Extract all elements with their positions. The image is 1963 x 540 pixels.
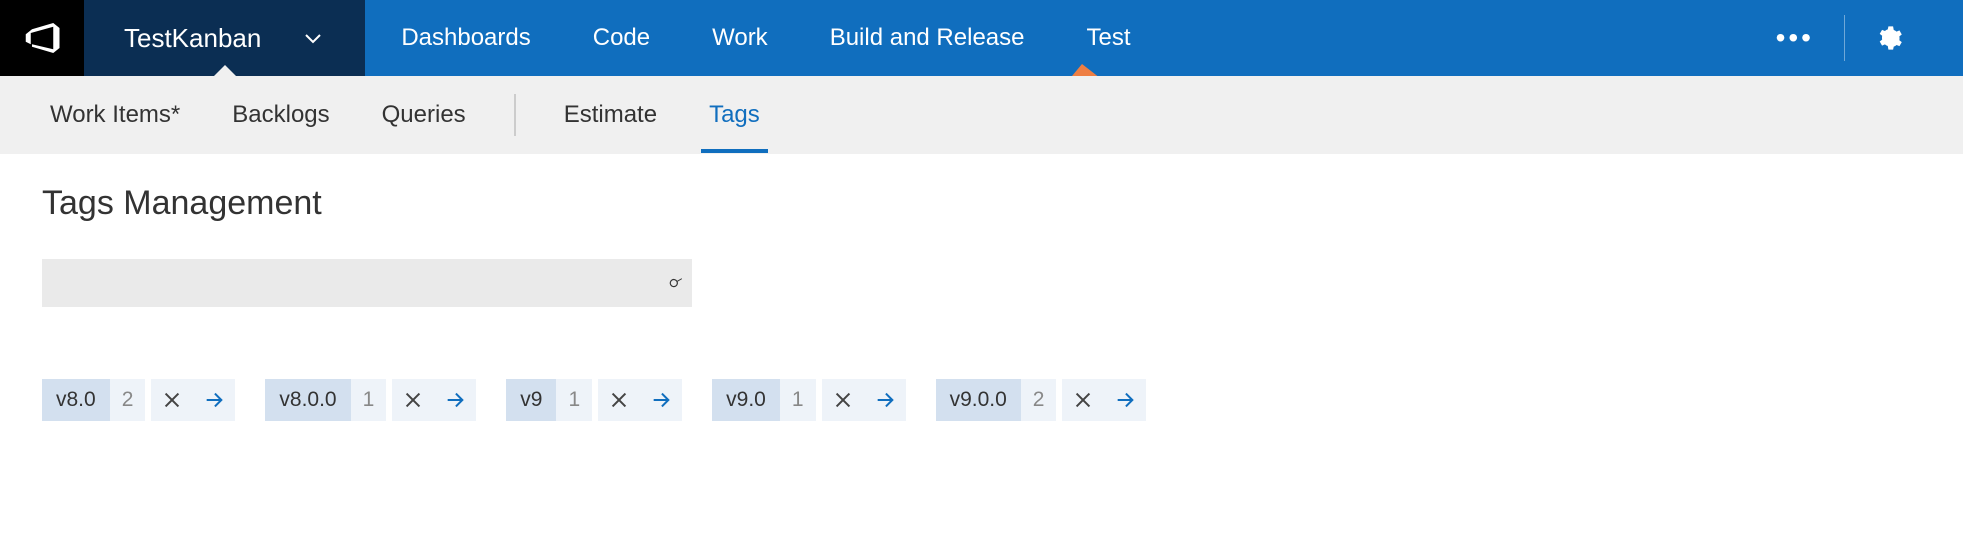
close-icon: [608, 389, 630, 411]
subnav-backlogs[interactable]: Backlogs: [228, 81, 333, 149]
tag-name[interactable]: v9: [506, 379, 556, 421]
nav-right: •••: [1776, 0, 1963, 76]
tag-chip: v9.0.0 2: [936, 379, 1147, 421]
arrow-right-icon: [650, 389, 672, 411]
arrow-right-icon: [1114, 389, 1136, 411]
subnav-work-items[interactable]: Work Items*: [46, 81, 184, 149]
tag-go-button[interactable]: [640, 379, 682, 421]
nav-build-release[interactable]: Build and Release: [824, 24, 1031, 52]
nav-code[interactable]: Code: [587, 24, 656, 52]
chevron-down-icon: [301, 26, 325, 50]
vsts-logo-icon: [22, 18, 62, 58]
tag-chip: v8.0 2: [42, 379, 235, 421]
close-icon: [402, 389, 424, 411]
subnav-separator: [514, 94, 516, 136]
more-icon[interactable]: •••: [1776, 22, 1814, 54]
tag-chip: v9 1: [506, 379, 682, 421]
tag-delete-button[interactable]: [822, 379, 864, 421]
tag-count: 1: [780, 379, 816, 421]
tag-delete-button[interactable]: [598, 379, 640, 421]
tag-name[interactable]: v9.0: [712, 379, 780, 421]
page-content: Tags Management ⌕ v8.0 2 v8.0.0 1: [0, 154, 1963, 451]
subnav-estimate[interactable]: Estimate: [560, 81, 661, 149]
tag-chip: v9.0 1: [712, 379, 905, 421]
tag-go-button[interactable]: [434, 379, 476, 421]
nav-dashboards[interactable]: Dashboards: [395, 24, 536, 52]
tag-count: 1: [351, 379, 387, 421]
tag-delete-button[interactable]: [392, 379, 434, 421]
tag-delete-button[interactable]: [151, 379, 193, 421]
tag-chip: v8.0.0 1: [265, 379, 476, 421]
arrow-right-icon: [874, 389, 896, 411]
tags-list: v8.0 2 v8.0.0 1 v9 1: [42, 379, 1921, 421]
arrow-right-icon: [444, 389, 466, 411]
tag-name[interactable]: v8.0: [42, 379, 110, 421]
nav-test[interactable]: Test: [1081, 24, 1137, 52]
tag-delete-button[interactable]: [1062, 379, 1104, 421]
subnav-tags[interactable]: Tags: [705, 81, 764, 149]
page-title: Tags Management: [42, 184, 1921, 223]
nav-separator: [1844, 15, 1845, 61]
tag-go-button[interactable]: [864, 379, 906, 421]
close-icon: [832, 389, 854, 411]
close-icon: [161, 389, 183, 411]
tag-name[interactable]: v8.0.0: [265, 379, 350, 421]
sub-nav: Work Items* Backlogs Queries Estimate Ta…: [0, 76, 1963, 154]
tag-count: 2: [1021, 379, 1057, 421]
tag-name[interactable]: v9.0.0: [936, 379, 1021, 421]
tag-count: 2: [110, 379, 146, 421]
gear-icon[interactable]: [1875, 24, 1903, 52]
arrow-right-icon: [203, 389, 225, 411]
tag-go-button[interactable]: [193, 379, 235, 421]
top-nav: TestKanban Dashboards Code Work Build an…: [0, 0, 1963, 76]
search-box[interactable]: ⌕: [42, 259, 692, 307]
tag-count: 1: [556, 379, 592, 421]
project-name: TestKanban: [124, 23, 261, 54]
search-input[interactable]: [54, 272, 667, 295]
tag-go-button[interactable]: [1104, 379, 1146, 421]
main-nav: Dashboards Code Work Build and Release T…: [365, 0, 1775, 76]
vsts-logo[interactable]: [0, 0, 84, 76]
close-icon: [1072, 389, 1094, 411]
project-selector[interactable]: TestKanban: [84, 0, 365, 76]
nav-work[interactable]: Work: [706, 24, 774, 52]
subnav-queries[interactable]: Queries: [378, 81, 470, 149]
